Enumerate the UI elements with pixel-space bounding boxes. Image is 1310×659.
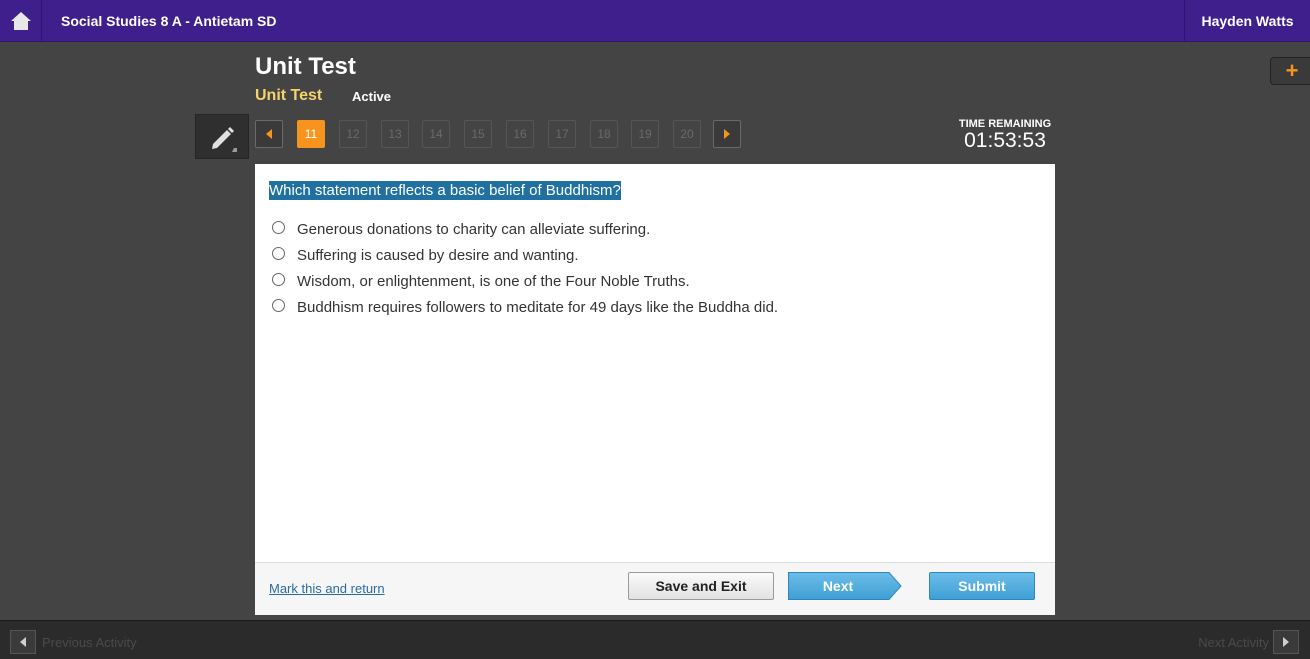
answer-option[interactable]: Generous donations to charity can allevi… [272, 216, 778, 242]
save-and-exit-button[interactable]: Save and Exit [628, 572, 774, 600]
question-number-button[interactable]: 13 [381, 120, 409, 148]
question-footer: Mark this and return Save and Exit Next … [255, 562, 1055, 615]
next-button[interactable]: Next [788, 572, 902, 600]
question-number-button[interactable]: 17 [548, 120, 576, 148]
plus-icon: + [1285, 58, 1299, 83]
question-number-button[interactable]: 15 [464, 120, 492, 148]
next-question-button[interactable] [713, 120, 741, 148]
radio-button[interactable] [272, 273, 285, 286]
user-name-menu[interactable]: Hayden Watts [1184, 0, 1310, 42]
answer-option-text: Buddhism requires followers to meditate … [297, 298, 779, 316]
next-activity-label[interactable]: Next Activity [1198, 635, 1269, 650]
next-button-label: Next [822, 578, 854, 594]
previous-question-button[interactable] [255, 120, 283, 148]
question-number-button[interactable]: 11 [297, 120, 325, 148]
radio-button[interactable] [272, 221, 285, 234]
caret-left-icon [20, 637, 26, 647]
answer-option[interactable]: Suffering is caused by desire and wantin… [272, 242, 778, 268]
page-title: Unit Test [255, 53, 356, 80]
question-number-button[interactable]: 18 [590, 120, 618, 148]
question-number-button[interactable]: 12 [339, 120, 367, 148]
question-panel: Which statement reflects a basic belief … [255, 164, 1055, 615]
timer-value: 01:53:53 [964, 129, 1046, 152]
question-number-button[interactable]: 14 [422, 120, 450, 148]
answer-option-text: Generous donations to charity can allevi… [297, 220, 651, 238]
mark-and-return-link[interactable]: Mark this and return [269, 581, 385, 596]
answer-option-text: Wisdom, or enlightenment, is one of the … [297, 272, 690, 290]
top-bar: Social Studies 8 A - Antietam SD Hayden … [0, 0, 1310, 42]
question-number-button[interactable]: 19 [631, 120, 659, 148]
answer-option[interactable]: Buddhism requires followers to meditate … [272, 294, 778, 320]
answer-option-text: Suffering is caused by desire and wantin… [297, 246, 579, 264]
question-number-button[interactable]: 16 [506, 120, 534, 148]
submit-button[interactable]: Submit [929, 572, 1035, 600]
plus-button[interactable]: + [1270, 57, 1310, 85]
page-subtitle: Unit Test [255, 87, 323, 104]
home-icon [10, 12, 31, 30]
previous-activity-button[interactable] [10, 630, 36, 654]
pencil-icon [212, 126, 237, 152]
caret-right-icon [1283, 637, 1289, 647]
question-number-button[interactable]: 20 [673, 120, 701, 148]
question-text: Which statement reflects a basic belief … [269, 181, 621, 200]
pencil-tool-button[interactable] [195, 114, 249, 159]
answer-option[interactable]: Wisdom, or enlightenment, is one of the … [272, 268, 778, 294]
caret-left-icon [266, 129, 272, 139]
home-button[interactable] [0, 0, 42, 42]
next-activity-button[interactable] [1273, 630, 1299, 654]
caret-right-icon [724, 129, 730, 139]
previous-activity-label[interactable]: Previous Activity [42, 635, 137, 650]
status-label: Active [352, 89, 392, 104]
radio-button[interactable] [272, 247, 285, 260]
radio-button[interactable] [272, 299, 285, 312]
course-title[interactable]: Social Studies 8 A - Antietam SD [61, 13, 277, 29]
answer-options: Generous donations to charity can allevi… [272, 216, 778, 320]
bottom-bar: Previous Activity Next Activity [0, 620, 1310, 659]
